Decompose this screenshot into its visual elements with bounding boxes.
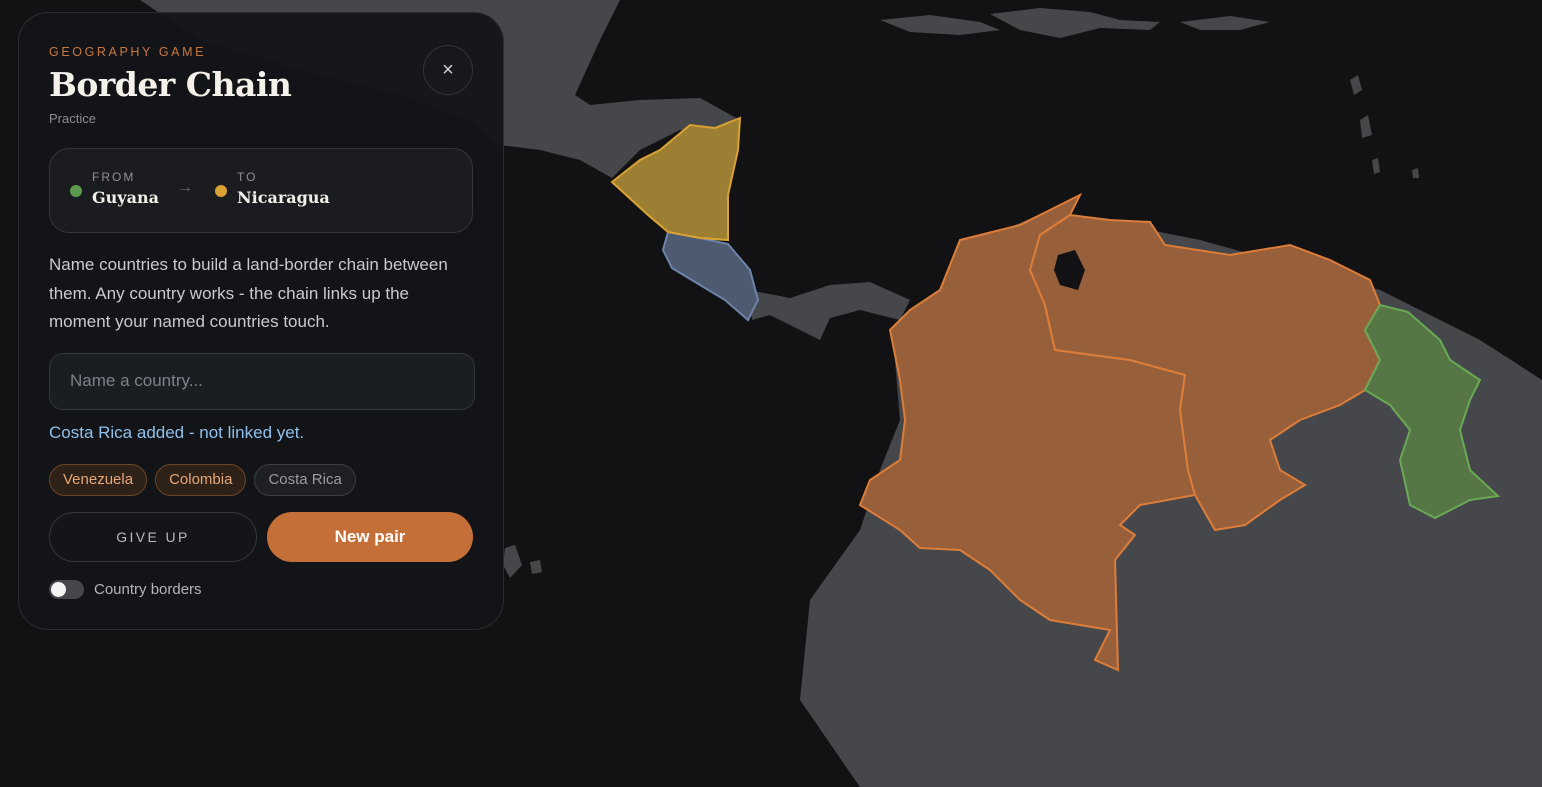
named-countries-list: Venezuela Colombia Costa Rica [49,463,473,496]
to-label: TO [237,170,258,184]
country-chip[interactable]: Colombia [155,463,247,496]
to-country: Nicaragua [237,188,330,207]
country-pair: FROM Guyana → TO Nicaragua [49,148,473,233]
from-dot-icon [70,185,82,197]
country-chip[interactable]: Venezuela [49,463,148,496]
country-borders-toggle[interactable] [49,579,84,599]
country-borders-toggle-row: Country borders [49,579,473,599]
country-input[interactable] [49,352,475,410]
pair-to: TO Nicaragua [215,171,330,209]
close-button[interactable]: × [423,45,473,95]
toggle-knob [51,581,66,597]
page-title: Border Chain [49,65,292,104]
give-up-button[interactable]: GIVE UP [49,511,257,562]
country-borders-label: Country borders [94,580,202,598]
from-label: FROM [92,170,136,184]
close-icon: × [442,59,454,81]
status-message: Costa Rica added - not linked yet. [49,422,305,442]
game-category: GEOGRAPHY GAME [49,45,207,59]
pair-from: FROM Guyana [70,171,159,209]
arrow-right-icon: → [177,179,193,196]
from-country: Guyana [92,188,159,207]
to-dot-icon [215,185,227,197]
action-row: GIVE UP New pair [49,511,473,562]
game-mode: Practice [49,111,96,126]
game-panel: GEOGRAPHY GAME Border Chain Practice × F… [18,12,504,630]
instructions: Name countries to build a land-border ch… [49,255,448,331]
new-pair-button[interactable]: New pair [267,511,473,562]
country-chip[interactable]: Costa Rica [254,463,356,496]
